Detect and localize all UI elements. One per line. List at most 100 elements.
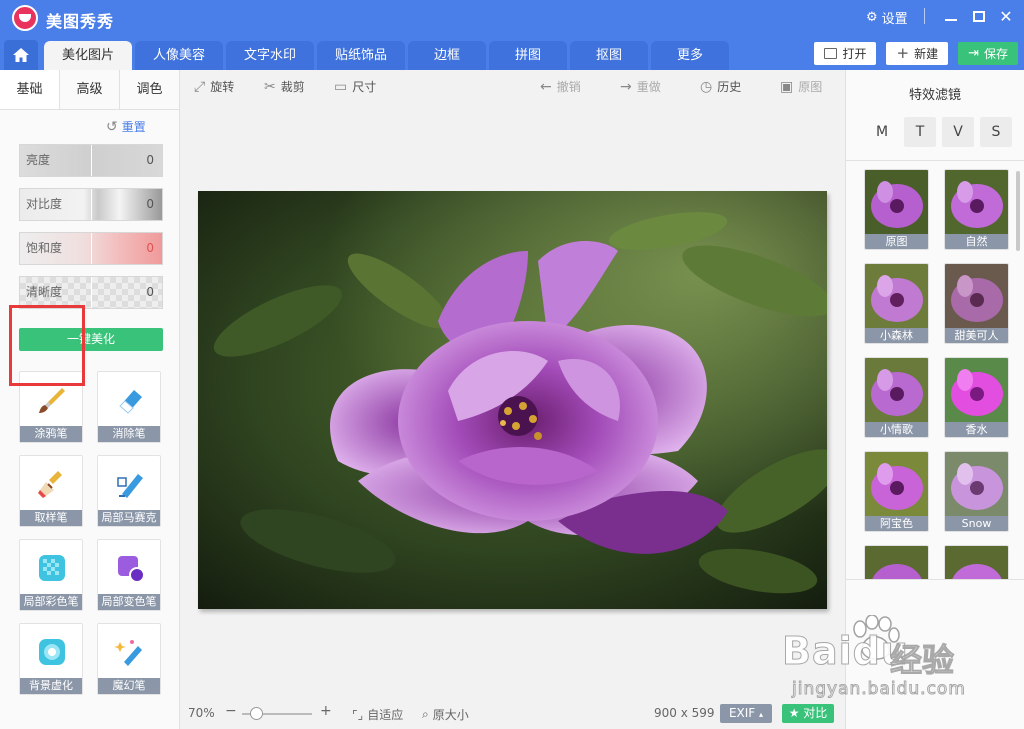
filter-thumbnail (945, 170, 1008, 236)
save-button[interactable]: ⇥ 保存 (958, 42, 1018, 65)
exif-button[interactable]: EXIF ▴ (720, 704, 772, 723)
tab-text-watermark[interactable]: 文字水印 (226, 41, 315, 70)
photo-canvas[interactable] (198, 191, 827, 609)
tab-cutout[interactable]: 抠图 (570, 41, 649, 70)
filter-natural[interactable]: 自然 (944, 169, 1009, 250)
filter-scrollbar[interactable] (1016, 171, 1020, 251)
fit-label: 自适应 (367, 708, 404, 722)
crop-button[interactable]: ✂ 裁剪 (264, 78, 305, 95)
slider-divider (91, 189, 92, 220)
settings-label: 设置 (881, 12, 908, 27)
filter-cat-m[interactable]: M (866, 117, 898, 147)
actual-size-button[interactable]: ⌕ 原大小 (422, 706, 469, 723)
right-panel: 特效滤镜 M T V S 原图 自然 小森林 甜美可人 小情歌 香水 阿宝色 S… (845, 70, 1024, 729)
filter-categories: M T V S (866, 117, 1012, 147)
tab-collage[interactable]: 拼图 (489, 41, 568, 70)
filter-cat-t[interactable]: T (904, 117, 936, 147)
tab-beautify[interactable]: 美化图片 (44, 41, 133, 70)
background-blur-tool[interactable]: 背景虚化 (19, 623, 83, 695)
zoom-out-button[interactable]: − (225, 703, 237, 719)
tab-more[interactable]: 更多 (651, 41, 730, 70)
scissors-icon: ✂ (264, 78, 276, 95)
tab-stickers[interactable]: 贴纸饰品 (317, 41, 406, 70)
new-button[interactable]: + 新建 (886, 42, 949, 65)
slider-divider (91, 233, 92, 264)
zoom-slider-knob[interactable] (250, 707, 263, 720)
size-label: 尺寸 (352, 80, 377, 94)
edit-toolbar: ⤢ 旋转 ✂ 裁剪 ▭ 尺寸 ← 撤销 → 重做 ◷ 历史 ▣ 原图 (180, 70, 845, 102)
size-button[interactable]: ▭ 尺寸 (334, 78, 376, 95)
caret-up-icon: ▴ (759, 710, 764, 719)
filter-little-forest[interactable]: 小森林 (864, 263, 929, 344)
compare-icon: ★ (788, 706, 800, 720)
home-icon (13, 48, 29, 62)
minimize-button[interactable] (940, 6, 962, 28)
open-button[interactable]: 打开 (814, 42, 877, 65)
maximize-button[interactable] (968, 6, 990, 28)
local-color-pen-tool[interactable]: 局部彩色笔 (19, 539, 83, 611)
top-actions: 打开 + 新建 ⇥ 保存 (814, 42, 1018, 65)
tab-frames[interactable]: 边框 (408, 41, 487, 70)
history-button[interactable]: ◷ 历史 (700, 78, 741, 95)
filter-cat-s[interactable]: S (980, 117, 1012, 147)
filter-love-song[interactable]: 小情歌 (864, 357, 929, 438)
filter-partial-1[interactable] (864, 545, 929, 579)
filter-snow[interactable]: Snow (944, 451, 1009, 532)
contrast-label: 对比度 (26, 197, 63, 211)
recolor-icon (118, 556, 145, 583)
saturation-slider[interactable]: 饱和度 0 (19, 232, 163, 265)
saturation-label: 饱和度 (26, 241, 63, 255)
close-button[interactable]: ✕ (995, 6, 1017, 28)
compare-button[interactable]: ★ 对比 (782, 704, 834, 723)
magic-pen-tool[interactable]: 魔幻笔 (97, 623, 161, 695)
subtab-basic[interactable]: 基础 (0, 70, 60, 109)
original-button[interactable]: ▣ 原图 (780, 78, 822, 95)
contrast-value: 0 (146, 197, 154, 211)
brightness-slider[interactable]: 亮度 0 (19, 144, 163, 177)
eraser-pen-label: 消除笔 (98, 426, 160, 442)
subtab-color[interactable]: 调色 (120, 70, 179, 109)
local-mosaic-tool[interactable]: 局部马赛克 (97, 455, 161, 527)
home-button[interactable] (4, 40, 38, 70)
local-recolor-pen-label: 局部变色笔 (98, 594, 160, 610)
rotate-button[interactable]: ⤢ 旋转 (194, 78, 234, 95)
left-panel: 基础 高级 调色 ↺ 重置 亮度 0 对比度 0 饱和度 0 清晰度 0 一键美… (0, 70, 180, 729)
filter-sweet[interactable]: 甜美可人 (944, 263, 1009, 344)
reset-button[interactable]: ↺ 重置 (106, 118, 146, 135)
close-icon: ✕ (999, 7, 1013, 26)
settings-button[interactable]: ⚙ 设置 (866, 8, 908, 27)
contrast-slider[interactable]: 对比度 0 (19, 188, 163, 221)
filter-cat-v[interactable]: V (942, 117, 974, 147)
image-icon: ▣ (780, 78, 794, 95)
compare-label: 对比 (803, 706, 828, 720)
open-label: 打开 (842, 47, 867, 61)
filter-label: 原图 (865, 234, 928, 249)
filter-perfume[interactable]: 香水 (944, 357, 1009, 438)
color-grid-icon (39, 555, 65, 581)
filter-thumbnail (865, 452, 928, 518)
redo-icon: → (620, 78, 632, 95)
peony-photo (198, 191, 827, 609)
filter-abao[interactable]: 阿宝色 (864, 451, 929, 532)
eraser-pen-tool[interactable]: 消除笔 (97, 371, 161, 443)
local-recolor-pen-tool[interactable]: 局部变色笔 (97, 539, 161, 611)
title-bar: 美图秀秀 ⚙ 设置 ✕ 美化图片 人像美容 文字水印 贴纸饰品 边框 拼图 抠图… (0, 0, 1024, 70)
undo-label: 撤销 (556, 80, 581, 94)
filter-label: 香水 (945, 422, 1008, 437)
eraser-icon (119, 390, 142, 414)
sample-pen-tool[interactable]: 取样笔 (19, 455, 83, 527)
fit-button[interactable]: ⌜⌟ 自适应 (352, 706, 403, 723)
tab-portrait[interactable]: 人像美容 (135, 41, 224, 70)
filter-partial-2[interactable] (944, 545, 1009, 579)
undo-arrow-icon: ↺ (106, 118, 118, 135)
redo-button[interactable]: → 重做 (620, 78, 661, 95)
undo-button[interactable]: ← 撤销 (540, 78, 581, 95)
redo-label: 重做 (636, 80, 661, 94)
subtab-advanced[interactable]: 高级 (60, 70, 120, 109)
exif-label: EXIF (728, 706, 756, 720)
filter-original[interactable]: 原图 (864, 169, 929, 250)
magic-wand-icon (114, 640, 142, 666)
zoom-in-button[interactable]: + (320, 703, 332, 719)
actual-size-label: 原大小 (432, 708, 469, 722)
filter-label: 小森林 (865, 328, 928, 343)
